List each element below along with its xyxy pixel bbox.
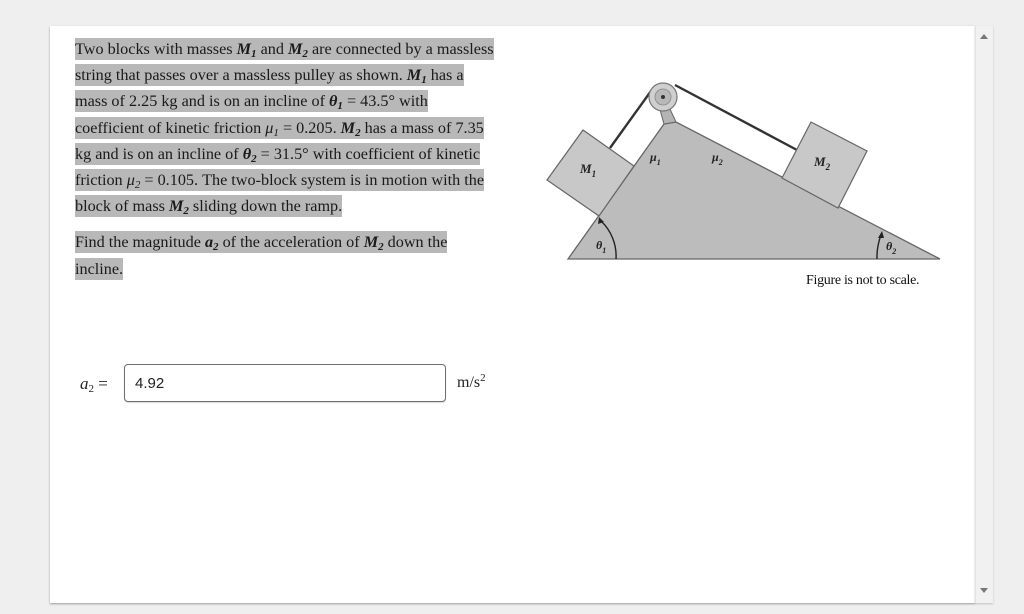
text: and: [256, 40, 289, 58]
figure-caption: Figure is not to scale.: [806, 273, 920, 288]
scroll-up-arrow-icon[interactable]: [980, 34, 988, 39]
problem-statement: Two blocks with masses M1 and M2 are con…: [75, 36, 495, 282]
symbol-m2: M2: [288, 40, 308, 60]
text: Two blocks with masses: [75, 40, 237, 58]
text: and is on an incline of: [91, 144, 243, 163]
answer-label: a2 =: [80, 374, 108, 395]
symbol-a2: a2: [204, 233, 219, 254]
symbol-theta2: θ2: [242, 144, 257, 165]
text: Find the magnitude: [75, 233, 205, 252]
incline-pulley-figure: M1 M2 μ1 μ2 θ1 θ2: [546, 82, 941, 260]
acceleration-answer-input[interactable]: [124, 364, 446, 402]
symbol-m1: M1: [406, 66, 427, 87]
equals: =: [256, 144, 274, 163]
scroll-down-arrow-icon[interactable]: [980, 588, 988, 593]
answer-unit: m/s2: [457, 372, 486, 392]
theta-1-value: 43.5°: [360, 92, 395, 111]
symbol-m2: M2: [168, 197, 189, 218]
symbol-theta1: θ1: [329, 92, 343, 113]
vertical-scrollbar[interactable]: [975, 26, 993, 603]
pulley-axle: [661, 95, 665, 99]
mass-1-value: 2.25 kg: [128, 92, 178, 111]
ramp: [566, 121, 941, 260]
mu-1-value: 0.205: [296, 118, 333, 137]
equals: =: [342, 92, 361, 111]
text: of the acceleration of: [218, 233, 364, 252]
symbol-m2: M2: [340, 118, 361, 139]
text: and is on an incline of: [177, 92, 330, 111]
problem-paragraph-1: Two blocks with masses M1 and M2 are con…: [75, 36, 495, 219]
mu-2-value: 0.105: [157, 171, 194, 190]
theta-2-value: 31.5°: [273, 144, 309, 163]
equals: =: [278, 118, 297, 137]
text: sliding down the ramp.: [188, 197, 343, 216]
symbol-m1: M1: [236, 40, 257, 60]
problem-paragraph-2: Find the magnitude a2 of the acceleratio…: [75, 229, 495, 281]
symbol-mu2: μ2: [126, 171, 141, 192]
symbol-mu1: μ1: [265, 118, 279, 139]
text: has a mass of: [360, 118, 456, 137]
equals: =: [140, 171, 158, 190]
text: .: [332, 118, 341, 137]
symbol-m2: M2: [363, 233, 384, 254]
string-left: [609, 90, 652, 149]
